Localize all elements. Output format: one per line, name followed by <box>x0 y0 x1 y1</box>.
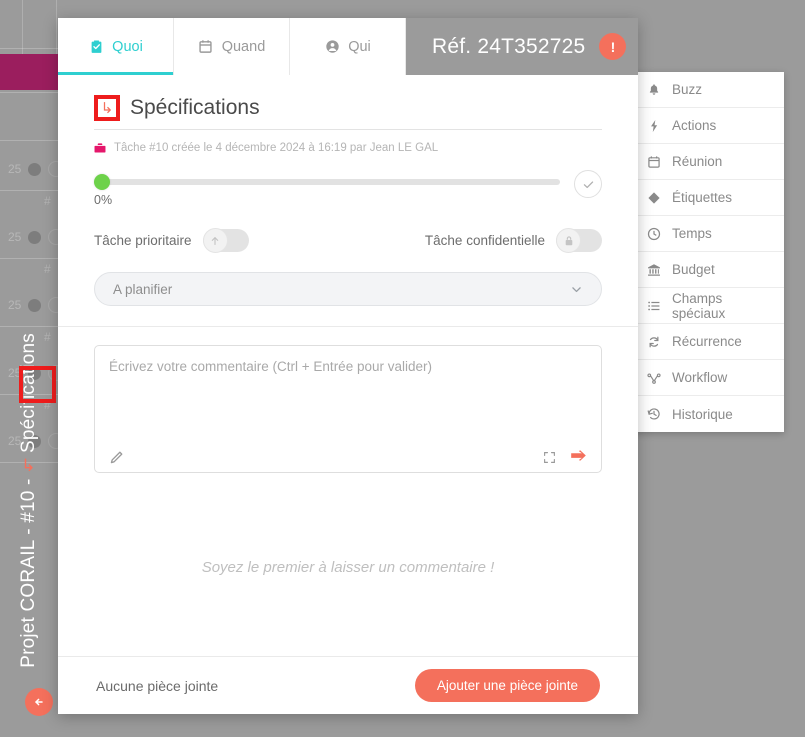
comment-toolbar <box>109 442 587 472</box>
menu-item-buzz[interactable]: Buzz <box>632 72 784 108</box>
menu-item-label: Actions <box>672 118 717 133</box>
subtask-arrow-icon[interactable]: ↳ <box>101 101 114 116</box>
comment-composer: Soyez le premier à laisser un commentair… <box>94 345 602 576</box>
calendar-icon <box>646 154 661 169</box>
validate-progress-button[interactable] <box>574 170 602 198</box>
backdrop-row-hash: # <box>44 194 51 208</box>
page-title: Spécifications <box>130 96 260 119</box>
calendar-icon <box>198 39 214 55</box>
menu-item-etiquettes[interactable]: Étiquettes <box>632 180 784 216</box>
attachment-status-label: Aucune pièce jointe <box>96 677 219 694</box>
attachments-footer: Aucune pièce jointe Ajouter une pièce jo… <box>58 656 638 714</box>
annotation-highlight-title: ↳ <box>94 95 120 121</box>
briefcase-icon <box>94 143 106 153</box>
annotation-highlight-strip <box>19 366 56 403</box>
history-icon <box>646 407 661 422</box>
menu-item-reunion[interactable]: Réunion <box>632 144 784 180</box>
menu-item-workflow[interactable]: Workflow <box>632 360 784 396</box>
list-icon <box>646 298 661 313</box>
toggle-knob <box>556 228 581 253</box>
clock-icon <box>646 226 661 241</box>
reference-label: Réf. 24T352725 <box>432 34 586 58</box>
clipboard-check-icon <box>88 39 104 55</box>
menu-item-label: Étiquettes <box>672 190 733 205</box>
menu-item-temps[interactable]: Temps <box>632 216 784 252</box>
menu-item-label: Budget <box>672 262 715 277</box>
add-attachment-button[interactable]: Ajouter une pièce jointe <box>414 669 600 702</box>
backdrop-row-count: 25 <box>8 162 22 176</box>
user-circle-icon <box>324 39 340 55</box>
backdrop-row-count: 25 <box>8 298 22 312</box>
tab-qui[interactable]: Qui <box>290 18 406 75</box>
bank-icon <box>646 262 661 277</box>
workflow-icon <box>646 370 661 385</box>
backdrop-status-dot <box>28 162 42 176</box>
menu-item-label: Historique <box>672 406 733 422</box>
menu-item-label: Champs spéciaux <box>672 290 726 321</box>
menu-item-label: Workflow <box>672 370 728 385</box>
progress-slider-thumb[interactable] <box>94 174 110 190</box>
confidential-toggle-label: Tâche confidentielle <box>424 233 545 248</box>
reference-zone: Réf. 24T352725 ! <box>406 18 638 75</box>
arrow-left-icon <box>35 698 43 706</box>
back-button[interactable] <box>25 688 53 716</box>
task-meta: Tâche #10 créée le 4 décembre 2024 à 16:… <box>94 142 602 154</box>
priority-toggle-group: Tâche prioritaire <box>94 228 249 253</box>
status-dropdown-value: A planifier <box>113 281 173 297</box>
comment-box[interactable] <box>94 345 602 473</box>
refresh-icon <box>646 334 661 349</box>
status-dropdown[interactable]: A planifier <box>94 272 602 306</box>
section-divider <box>58 326 638 327</box>
menu-item-champs-speciaux[interactable]: Champs spéciaux <box>632 288 784 324</box>
task-detail-modal: Quoi Quand Qui Réf. 24T352725 ! ↳ Spécif… <box>58 18 638 714</box>
priority-toggle[interactable] <box>202 228 249 253</box>
menu-item-label: Buzz <box>672 82 703 97</box>
priority-toggle-label: Tâche prioritaire <box>94 233 192 248</box>
progress-slider-wrap: 0% <box>94 170 560 207</box>
check-icon <box>583 180 593 188</box>
arrow-up-icon <box>211 236 219 245</box>
task-title-row: ↳ Spécifications <box>94 95 602 130</box>
pencil-icon[interactable] <box>109 450 124 465</box>
menu-item-actions[interactable]: Actions <box>632 108 784 144</box>
expand-icon[interactable] <box>543 451 556 464</box>
menu-item-historique[interactable]: Historique <box>632 396 784 432</box>
task-flags-row: Tâche prioritaire Tâche confidentielle <box>94 228 602 253</box>
confidential-toggle[interactable] <box>556 228 602 253</box>
tab-quand[interactable]: Quand <box>174 18 290 75</box>
menu-item-label: Temps <box>672 226 712 241</box>
tab-bar: Quoi Quand Qui Réf. 24T352725 ! <box>58 18 638 75</box>
menu-item-budget[interactable]: Budget <box>632 252 784 288</box>
tab-label: Quoi <box>112 38 143 55</box>
subtask-arrow-icon: ↳ <box>21 456 36 476</box>
exclamation-icon: ! <box>610 38 616 55</box>
empty-comments-message: Soyez le premier à laisser un commentair… <box>201 559 495 576</box>
bolt-icon <box>646 118 661 133</box>
lock-icon <box>565 235 572 245</box>
tag-icon <box>646 190 661 205</box>
send-arrow-icon[interactable] <box>570 449 587 465</box>
menu-item-label: Récurrence <box>672 334 742 349</box>
backdrop-row-hash: # <box>44 262 51 276</box>
backdrop-row-count: 25 <box>8 230 22 244</box>
comment-input[interactable] <box>109 358 587 442</box>
tab-label: Qui <box>348 38 371 55</box>
backdrop-status-dot <box>28 230 42 244</box>
progress-percent-label: 0% <box>94 193 113 207</box>
progress-block: 0% <box>94 170 602 207</box>
toggle-knob <box>202 228 228 253</box>
confidential-toggle-group: Tâche confidentielle <box>424 228 602 253</box>
tab-quoi[interactable]: Quoi <box>58 18 174 75</box>
modal-body: ↳ Spécifications Tâche #10 créée le 4 dé… <box>58 75 638 656</box>
task-meta-label: Tâche #10 créée le 4 décembre 2024 à 16:… <box>114 142 439 154</box>
menu-item-label: Réunion <box>672 154 723 169</box>
alert-button[interactable]: ! <box>599 33 627 60</box>
progress-slider[interactable] <box>94 174 560 190</box>
chevron-down-icon <box>570 283 583 296</box>
backdrop-status-dot <box>28 298 42 312</box>
tab-label: Quand <box>221 38 266 55</box>
menu-item-recurrence[interactable]: Récurrence <box>632 324 784 360</box>
side-menu: Buzz Actions Réunion Étiquettes Temps Bu… <box>632 72 784 432</box>
bell-icon <box>646 82 661 97</box>
